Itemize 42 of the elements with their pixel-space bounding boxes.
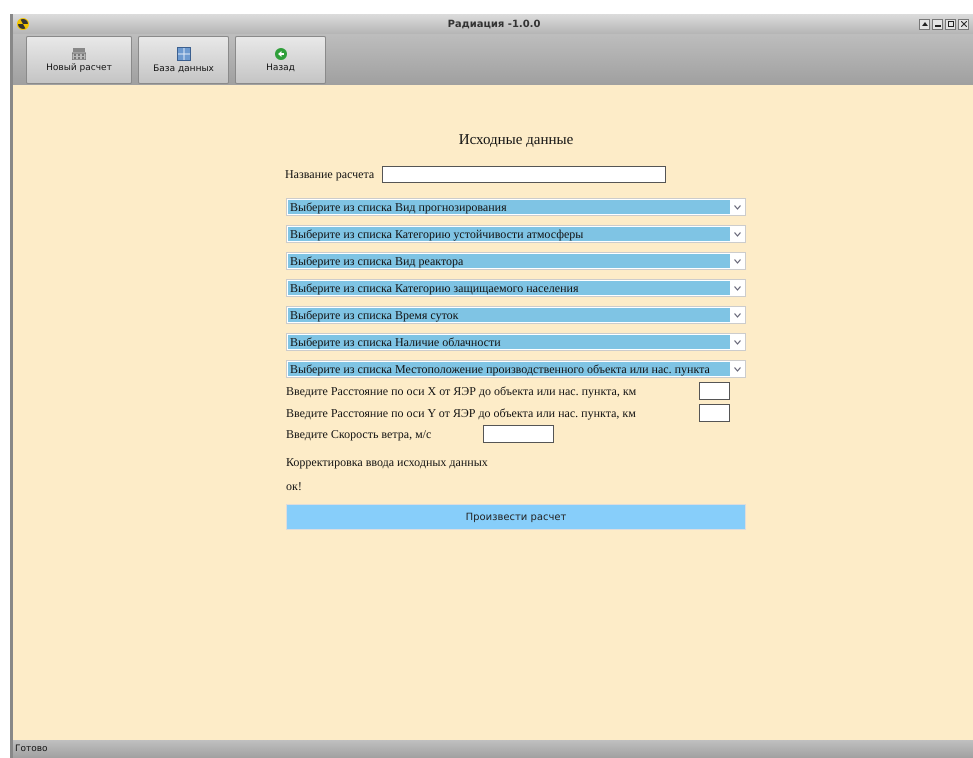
window-title: Радиация -1.0.0 [446,18,542,30]
field-label: Введите Расстояние по оси X от ЯЭР до объекта или нас. пункта, км [286,384,636,398]
correction-label: Корректировка ввода исходных данных [286,455,488,470]
dropdown[interactable]: Выберите из списка Местоположение производственного объекта или нас. пункта [286,360,746,378]
chevron-icon [734,366,741,372]
chevron-icon [734,258,741,264]
close-icon [960,21,966,27]
field-label: Введите Расстояние по оси Y от ЯЭР до объекта или нас. пункта, км [286,406,636,420]
help-button[interactable] [919,18,930,30]
calculate-button[interactable]: Произвести расчет [286,504,746,530]
triangle-icon [922,22,928,26]
grid-icon [176,46,190,60]
chevron-icon [734,232,741,236]
status-message: ок! [286,479,302,494]
radiation-icon [17,18,29,30]
input-field[interactable] [699,382,730,400]
calculator-icon [72,48,86,60]
dropdown[interactable]: Выберите из списка Вид реактора [286,252,746,270]
chevron-icon [734,312,741,318]
input-field[interactable] [382,166,666,183]
toolbar-button[interactable]: База данных [138,36,229,84]
dropdown[interactable]: Выберите из списка Категорию устойчивости атмосферы [286,225,746,243]
chevron-icon [734,340,741,344]
input-field[interactable] [483,425,554,443]
toolbar-button[interactable]: Новый расчет [26,36,132,84]
input-field[interactable] [699,404,730,422]
maximize-icon [948,21,954,27]
toolbar-button[interactable]: Назад [235,36,326,84]
field-label: Введите Скорость ветра, м/с [286,426,432,442]
dropdown[interactable]: Выберите из списка Время суток [286,306,746,324]
chevron-icon [734,204,741,210]
dropdown[interactable]: Выберите из списка Категорию защищаемого населения [286,279,746,297]
maximize-button[interactable] [945,18,956,30]
dropdown[interactable]: Выберите из списка Вид прогнозирования [286,198,746,216]
status-text: Готово [15,744,48,754]
dropdown[interactable]: Выберите из списка Наличие облачности [286,333,746,351]
close-button[interactable] [958,18,969,30]
back-arrow-icon [274,48,286,60]
form-heading: Исходные данные [458,132,574,149]
field-label: Название расчета [285,167,374,182]
chevron-icon [734,286,741,290]
minimize-button[interactable] [932,18,943,30]
